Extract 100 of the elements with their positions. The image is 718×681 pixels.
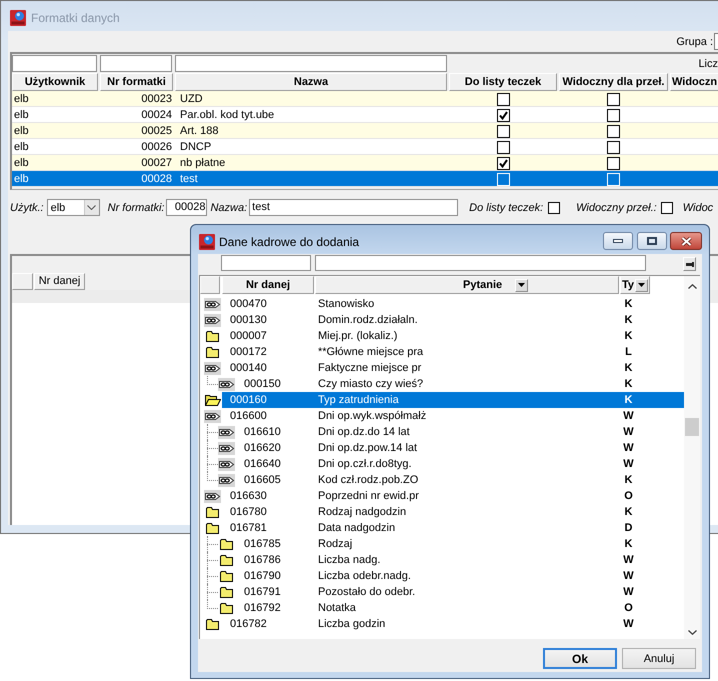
column-header[interactable]: Użytkownik (12, 73, 98, 91)
type-cell-text: W (622, 554, 635, 566)
tree-row[interactable]: 016780 Rodzaj nadgodzin K (222, 504, 684, 520)
filter-field[interactable] (315, 255, 646, 271)
column-header[interactable]: Nr danej (34, 273, 85, 290)
question-cell-text: Faktyczne miejsce pr (317, 362, 422, 374)
number-cell-text: 000172 (229, 346, 268, 358)
table-row[interactable]: elb 00025 Art. 188 (12, 123, 718, 139)
filter-field[interactable] (100, 55, 172, 72)
count-label: Licz (698, 58, 718, 70)
type-cell-text: W (622, 570, 635, 582)
type-cell-text: W (622, 586, 635, 598)
question-cell-text: Rodzaj (317, 538, 354, 550)
number-cell-text: 00023 (140, 92, 173, 107)
tree-row[interactable]: 016600 Dni op.wyk.współmałż W (222, 408, 684, 424)
number-cell-text: 016640 (243, 458, 282, 470)
type-cell-text: W (622, 442, 635, 454)
tree-row[interactable]: 016785 Rodzaj K (236, 536, 684, 552)
tree-row[interactable]: 000172 **Główne miejsce pra L (222, 344, 684, 360)
checkbox[interactable] (607, 92, 620, 106)
filter-field[interactable] (175, 55, 447, 72)
tree-row[interactable]: 016610 Dni op.dz.do 14 lat W (236, 424, 684, 440)
user-cell-text: elb (13, 156, 30, 171)
checkbox[interactable] (607, 140, 620, 154)
tree-row[interactable]: 000470 Stanowisko K (222, 296, 684, 312)
scrollbar-thumb[interactable] (685, 418, 699, 436)
chevron-up-icon[interactable] (688, 284, 696, 289)
panel-button[interactable] (683, 257, 696, 271)
column-header[interactable]: Nazwa (175, 73, 447, 91)
cancel-button[interactable]: Anuluj (622, 648, 696, 669)
app-logo-icon (10, 10, 26, 26)
checkbox[interactable] (496, 156, 510, 170)
column-header[interactable]: Ty (620, 276, 650, 294)
question-cell-text: Kod czł.rodz.pob.ZO (317, 474, 420, 486)
column-header[interactable]: Widoczny dla przeł. (559, 73, 668, 91)
maximize-icon (647, 237, 657, 245)
user-cell-text: elb (13, 140, 30, 155)
checkbox[interactable] (607, 124, 620, 138)
type-cell-text: O (623, 490, 634, 502)
table-row[interactable]: elb 00026 DNCP (12, 139, 718, 155)
tree-row[interactable]: 000150 Czy miasto czy wieś? K (236, 376, 684, 392)
checkbox[interactable] (496, 108, 510, 122)
tree-row[interactable]: 000007 Miej.pr. (lokaliz.) K (222, 328, 684, 344)
table-row[interactable]: elb 00027 nb płatne (12, 155, 718, 171)
number-cell-text: 00024 (140, 108, 173, 123)
window-title: Formatki danych (31, 10, 120, 24)
minimize-button[interactable] (603, 232, 633, 250)
column-dropdown-button[interactable] (635, 278, 648, 292)
type-cell-text: K (624, 538, 634, 550)
number-cell-text: 00027 (140, 156, 173, 171)
checkbox[interactable] (496, 140, 510, 154)
column-header[interactable]: Pytanie (315, 276, 619, 294)
checkbox[interactable] (496, 92, 510, 106)
window-title: Dane kadrowe do dodania (219, 234, 360, 248)
filter-field[interactable] (221, 255, 311, 271)
table-row[interactable]: elb 00024 Par.obl. kod tyt.ube (12, 107, 718, 123)
tree-line (207, 568, 218, 584)
question-cell-text: Miej.pr. (lokaliz.) (317, 330, 398, 342)
number-cell-text: 00028 (140, 172, 173, 187)
folder-icon (220, 602, 233, 614)
ok-button[interactable]: Ok (543, 648, 617, 669)
chevron-down-icon[interactable] (688, 630, 696, 635)
filter-field[interactable] (12, 55, 97, 72)
type-cell-text: K (624, 298, 634, 310)
tree-row[interactable]: 016630 Poprzedni nr ewid.pr O (222, 488, 684, 504)
tree-row[interactable]: 016791 Pozostało do odebr. W (236, 584, 684, 600)
column-dropdown-button[interactable] (515, 278, 528, 292)
question-cell-text: Dni op.wyk.współmałż (317, 410, 428, 422)
tree-row[interactable]: 016792 Notatka O (236, 600, 684, 616)
tree-row[interactable]: 000160 Typ zatrudnienia K (222, 392, 684, 408)
question-cell-text: Dni op.dz.do 14 lat (317, 426, 411, 438)
user-label: Użytk.: (10, 202, 44, 214)
question-cell-text: Data nadgodzin (317, 522, 396, 534)
column-header[interactable]: Do listy teczek (449, 73, 557, 91)
tree-row[interactable]: 016790 Liczba odebr.nadg. W (236, 568, 684, 584)
number-cell-text: 016791 (243, 586, 282, 598)
checkbox[interactable] (496, 124, 510, 138)
tree-row[interactable]: 016786 Liczba nadg. W (236, 552, 684, 568)
tree-row[interactable]: 016620 Dni op.dz.pow.14 lat W (236, 440, 684, 456)
number-cell-text: 000130 (229, 314, 268, 326)
close-button[interactable] (670, 232, 702, 250)
table-row[interactable]: elb 00023 UZD (12, 91, 718, 107)
type-cell-text: K (624, 314, 634, 326)
number-cell-text: 016605 (243, 474, 282, 486)
tree-row[interactable]: 000130 Domin.rodz.działaln. K (222, 312, 684, 328)
tree-row[interactable]: 016640 Dni op.czł.r.do8tyg. W (236, 456, 684, 472)
column-header[interactable]: Widoczn (670, 73, 718, 91)
column-header[interactable]: Nr danej (222, 276, 314, 294)
checkbox[interactable] (607, 108, 620, 122)
number-cell-text: 000007 (229, 330, 268, 342)
type-cell-text: W (622, 410, 635, 422)
maximize-button[interactable] (637, 232, 667, 250)
question-cell-text: Liczba godzin (317, 618, 386, 630)
column-header[interactable]: Nr formatki (100, 73, 173, 91)
checkbox[interactable] (607, 156, 620, 170)
tree-row[interactable]: 016605 Kod czł.rodz.pob.ZO K (236, 472, 684, 488)
chain-tag-icon (218, 474, 235, 486)
tree-row[interactable]: 016782 Liczba godzin W (222, 616, 684, 632)
tree-row[interactable]: 016781 Data nadgodzin D (222, 520, 684, 536)
tree-row[interactable]: 000140 Faktyczne miejsce pr K (222, 360, 684, 376)
